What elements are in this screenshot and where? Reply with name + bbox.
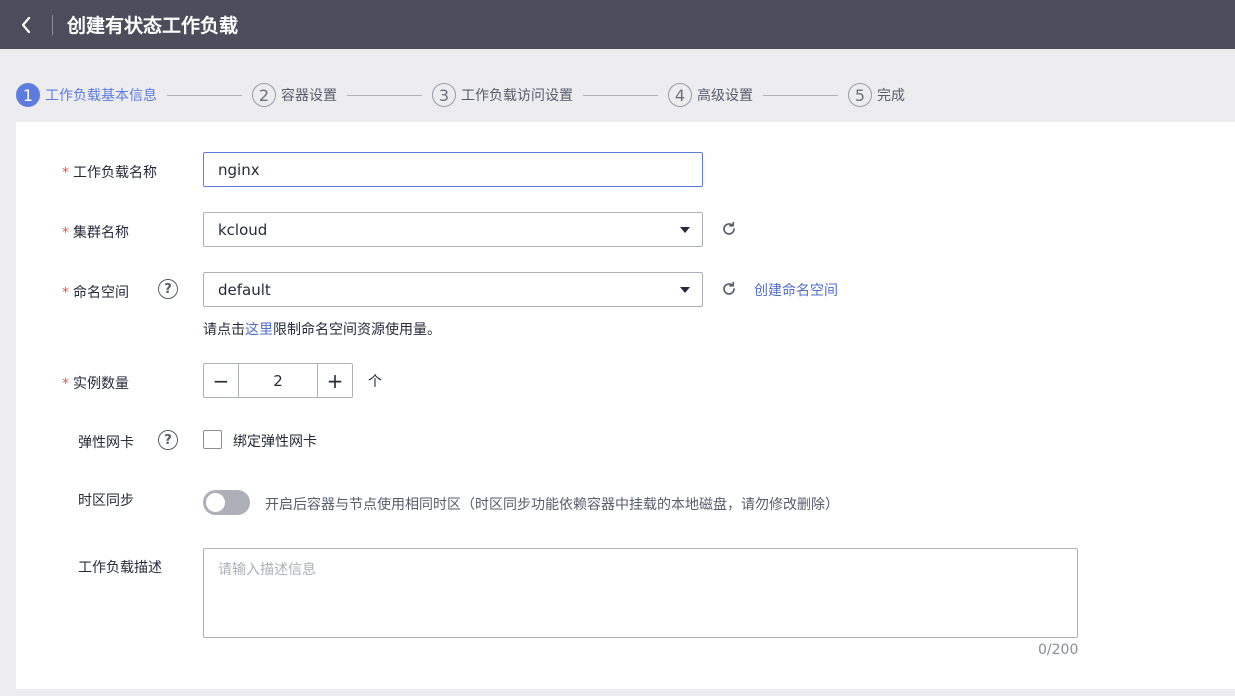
step-number: 4 xyxy=(668,83,692,107)
step-advanced-settings[interactable]: 4 高级设置 xyxy=(668,83,753,107)
required-mark: * xyxy=(62,225,69,241)
step-basic-info[interactable]: 1 工作负载基本信息 xyxy=(16,83,157,107)
help-icon[interactable]: ? xyxy=(158,279,178,299)
cluster-select[interactable]: kcloud xyxy=(203,212,703,247)
form-panel: * 工作负载名称 nginx * 集群名称 kcloud * 命名空间 ? defau… xyxy=(16,122,1235,689)
step-number: 2 xyxy=(252,83,276,107)
refresh-icon[interactable] xyxy=(720,220,738,238)
timezone-description: 开启后容器与节点使用相同时区（时区同步功能依赖容器中挂载的本地磁盘，请勿修改删除… xyxy=(265,497,839,513)
description-textarea[interactable]: 请输入描述信息 xyxy=(203,548,1078,638)
refresh-icon[interactable] xyxy=(720,280,738,298)
top-bar: 创建有状态工作负载 xyxy=(0,0,1235,49)
toggle-knob xyxy=(206,493,225,512)
namespace-select[interactable]: default xyxy=(203,272,703,307)
caret-down-icon xyxy=(680,287,690,293)
cluster-label: * 集群名称 xyxy=(62,225,129,241)
instances-label: * 实例数量 xyxy=(62,376,129,392)
step-number: 5 xyxy=(848,83,872,107)
required-mark: * xyxy=(62,165,69,181)
workload-name-input[interactable]: nginx xyxy=(203,152,703,187)
back-button[interactable] xyxy=(0,0,52,49)
increment-button[interactable]: + xyxy=(318,364,352,397)
namespace-label: * 命名空间 xyxy=(62,285,129,301)
step-finish[interactable]: 5 完成 xyxy=(848,83,905,107)
instances-stepper: − 2 + xyxy=(203,363,353,398)
step-connector xyxy=(167,94,242,96)
timezone-toggle[interactable] xyxy=(203,490,250,515)
instances-input[interactable]: 2 xyxy=(238,364,318,397)
step-label: 完成 xyxy=(877,88,905,104)
step-number: 1 xyxy=(16,83,40,107)
step-number: 3 xyxy=(432,83,456,107)
eni-label: 弹性网卡 xyxy=(78,435,134,451)
step-connector xyxy=(763,94,838,96)
required-mark: * xyxy=(62,285,69,301)
step-connector xyxy=(583,94,658,96)
eni-checkbox-label: 绑定弹性网卡 xyxy=(233,434,317,450)
create-namespace-link[interactable]: 创建命名空间 xyxy=(754,280,838,300)
step-access-settings[interactable]: 3 工作负载访问设置 xyxy=(432,83,573,107)
namespace-hint: 请点击这里限制命名空间资源使用量。 xyxy=(203,322,441,338)
wizard-steps: 1 工作负载基本信息 2 容器设置 3 工作负载访问设置 4 高级设置 5 完成 xyxy=(16,82,905,108)
step-container-settings[interactable]: 2 容器设置 xyxy=(252,83,337,107)
step-label: 高级设置 xyxy=(697,88,753,104)
instances-unit: 个 xyxy=(368,374,382,390)
required-mark: * xyxy=(62,376,69,392)
caret-down-icon xyxy=(680,227,690,233)
namespace-quota-link[interactable]: 这里 xyxy=(245,322,273,338)
timezone-label: 时区同步 xyxy=(78,493,134,509)
chevron-left-icon xyxy=(21,16,31,33)
page-title: 创建有状态工作负载 xyxy=(67,15,239,37)
step-connector xyxy=(347,94,422,96)
step-label: 容器设置 xyxy=(281,88,337,104)
eni-checkbox[interactable] xyxy=(203,430,222,449)
divider xyxy=(52,14,53,35)
workload-name-label: * 工作负载名称 xyxy=(62,165,157,181)
description-counter: 0/200 xyxy=(1038,642,1079,658)
step-label: 工作负载基本信息 xyxy=(45,88,157,104)
decrement-button[interactable]: − xyxy=(204,364,238,397)
help-icon[interactable]: ? xyxy=(158,430,178,450)
description-label: 工作负载描述 xyxy=(78,560,162,576)
step-label: 工作负载访问设置 xyxy=(461,88,573,104)
